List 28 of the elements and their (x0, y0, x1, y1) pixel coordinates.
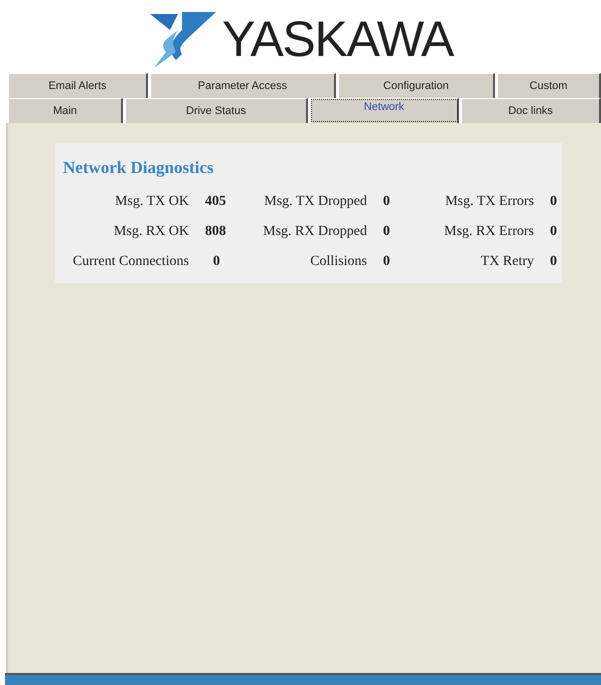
stat-label: Msg. RX Errors (443, 223, 535, 241)
stat-value: 0 (549, 223, 558, 241)
stat-value: 0 (382, 253, 391, 271)
tab[interactable]: Parameter Access (150, 73, 336, 98)
stat-value: 0 (549, 253, 558, 271)
stat-value: 0 (382, 193, 391, 211)
stat-label: Msg. RX OK (112, 223, 190, 241)
tab[interactable]: Email Alerts (8, 73, 148, 98)
stat-label: TX Retry (480, 253, 535, 271)
panel-title: Network Diagnostics (63, 157, 215, 179)
stat-value: 0 (382, 223, 391, 241)
stat-label: Msg. RX Dropped (262, 223, 368, 241)
stat-value: 808 (204, 223, 227, 241)
stat-value: 0 (549, 193, 558, 211)
tab[interactable]: Custom (497, 73, 601, 98)
tab[interactable]: Main (8, 98, 123, 123)
logo-text: YASKAWA (222, 14, 454, 64)
stat-label: Msg. TX OK (114, 193, 190, 211)
tab[interactable]: Configuration (338, 73, 495, 98)
tab[interactable]: Drive Status (125, 98, 308, 123)
stat-label: Msg. TX Dropped (263, 193, 368, 211)
stat-value: 0 (212, 253, 221, 271)
stat-value: 405 (204, 193, 227, 211)
tab[interactable]: Network (310, 98, 459, 123)
tab[interactable]: Doc links (461, 98, 601, 123)
stat-label: Collisions (309, 253, 368, 271)
stat-label: Msg. TX Errors (444, 193, 535, 211)
stat-label: Current Connections (72, 253, 190, 271)
